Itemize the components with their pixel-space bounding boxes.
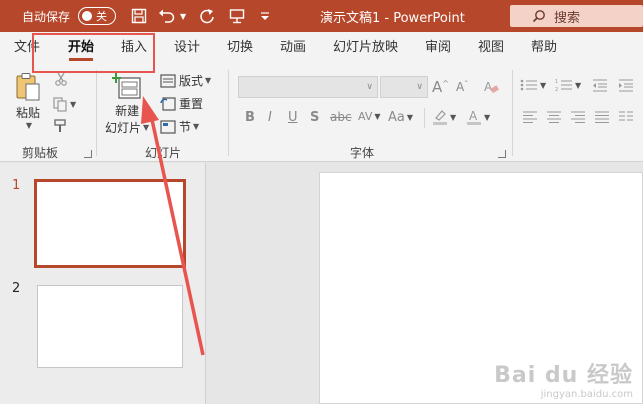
watermark-main-text: Bai du 经验: [494, 363, 633, 388]
baidu-watermark: Bai du 经验 jingyan.baidu.com: [494, 357, 633, 400]
watermark-sub-text: jingyan.baidu.com: [540, 389, 633, 400]
annotation-arrow: [141, 96, 205, 356]
